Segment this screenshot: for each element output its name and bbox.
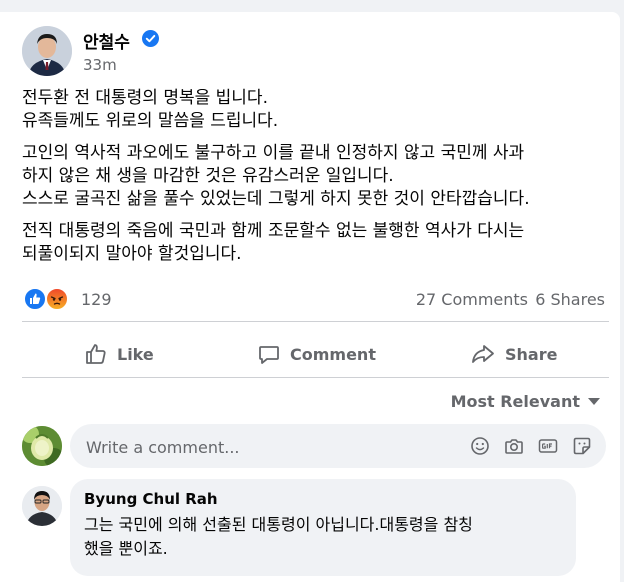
- like-button-label: Like: [117, 344, 154, 364]
- like-button[interactable]: Like: [84, 334, 154, 374]
- comment-line: 그는 국민에 의해 선출된 대통령이 아닙니다.대통령을 참칭: [84, 515, 473, 534]
- post-paragraph: 전직 대통령의 죽음에 국민과 함께 조문할수 없는 불행한 역사가 다시는 되…: [22, 220, 607, 266]
- comment-composer: [70, 424, 606, 468]
- comment-input[interactable]: [84, 434, 448, 460]
- post-paragraph: 고인의 역사적 과오에도 불구하고 이를 끝내 인정하지 않고 국민께 사과 하…: [22, 142, 607, 211]
- reaction-count[interactable]: 129: [81, 290, 112, 309]
- post-line: 되풀이되지 말아야 할것입니다.: [22, 244, 242, 264]
- post-line: 전두환 전 대통령의 명복을 빕니다.: [22, 88, 268, 108]
- gif-icon[interactable]: [538, 436, 558, 456]
- share-arrow-icon: [472, 345, 494, 363]
- thumbs-up-icon: [86, 344, 106, 364]
- comments-count[interactable]: 27 Comments: [416, 290, 528, 309]
- shares-count[interactable]: 6 Shares: [535, 290, 605, 309]
- share-button-label: Share: [505, 344, 558, 364]
- sort-label: Most Relevant: [450, 392, 580, 411]
- post-line: 전직 대통령의 죽음에 국민과 함께 조문할수 없는 불행한 역사가 다시는: [22, 221, 525, 241]
- comment-button[interactable]: Comment: [257, 334, 376, 374]
- post-card: 안철수 33m 전두환 전 대통령의 명복을 빕니다. 유족들께도 위로의 말씀…: [0, 12, 620, 582]
- emoji-icon[interactable]: [470, 436, 490, 456]
- divider: [22, 321, 609, 322]
- camera-icon[interactable]: [504, 436, 524, 456]
- divider: [22, 377, 609, 378]
- share-button[interactable]: Share: [470, 334, 557, 374]
- comment-author-name[interactable]: Byung Chul Rah: [84, 490, 218, 508]
- post-body: 전두환 전 대통령의 명복을 빕니다. 유족들께도 위로의 말씀을 드립니다. …: [22, 87, 607, 275]
- post-line: 하지 않은 채 생을 마감한 것은 유감스러운 일입니다.: [22, 166, 394, 186]
- comment-line: 했을 뿐이죠.: [84, 539, 168, 558]
- current-user-avatar[interactable]: [22, 426, 62, 466]
- comment-button-label: Comment: [290, 344, 376, 364]
- post-line: 스스로 굴곡진 삶을 풀수 있었는데 그렇게 하지 못한 것이 안타깝습니다.: [22, 189, 530, 209]
- reactions-bar: 129 27 Comments 6 Shares: [22, 288, 612, 314]
- caret-down-icon: [588, 397, 600, 405]
- comment-icon: [259, 346, 279, 364]
- sticker-icon[interactable]: [572, 436, 592, 456]
- like-reaction-icon[interactable]: [24, 288, 46, 310]
- author-avatar[interactable]: [22, 26, 72, 76]
- post-timestamp[interactable]: 33m: [83, 56, 117, 74]
- comment-sort-dropdown[interactable]: Most Relevant: [451, 392, 600, 411]
- angry-reaction-icon[interactable]: [46, 288, 68, 310]
- post-line: 고인의 역사적 과오에도 불구하고 이를 끝내 인정하지 않고 국민께 사과: [22, 143, 525, 163]
- post-paragraph: 전두환 전 대통령의 명복을 빕니다. 유족들께도 위로의 말씀을 드립니다.: [22, 87, 607, 133]
- verified-badge-icon: [142, 30, 159, 47]
- post-line: 유족들께도 위로의 말씀을 드립니다.: [22, 111, 279, 131]
- comment-bubble: Byung Chul Rah 그는 국민에 의해 선출된 대통령이 아닙니다.대…: [70, 479, 576, 576]
- comment-text: 그는 국민에 의해 선출된 대통령이 아닙니다.대통령을 참칭 했을 뿐이죠.: [84, 513, 564, 561]
- commenter-avatar[interactable]: [22, 486, 62, 526]
- post-author-name[interactable]: 안철수: [83, 28, 130, 53]
